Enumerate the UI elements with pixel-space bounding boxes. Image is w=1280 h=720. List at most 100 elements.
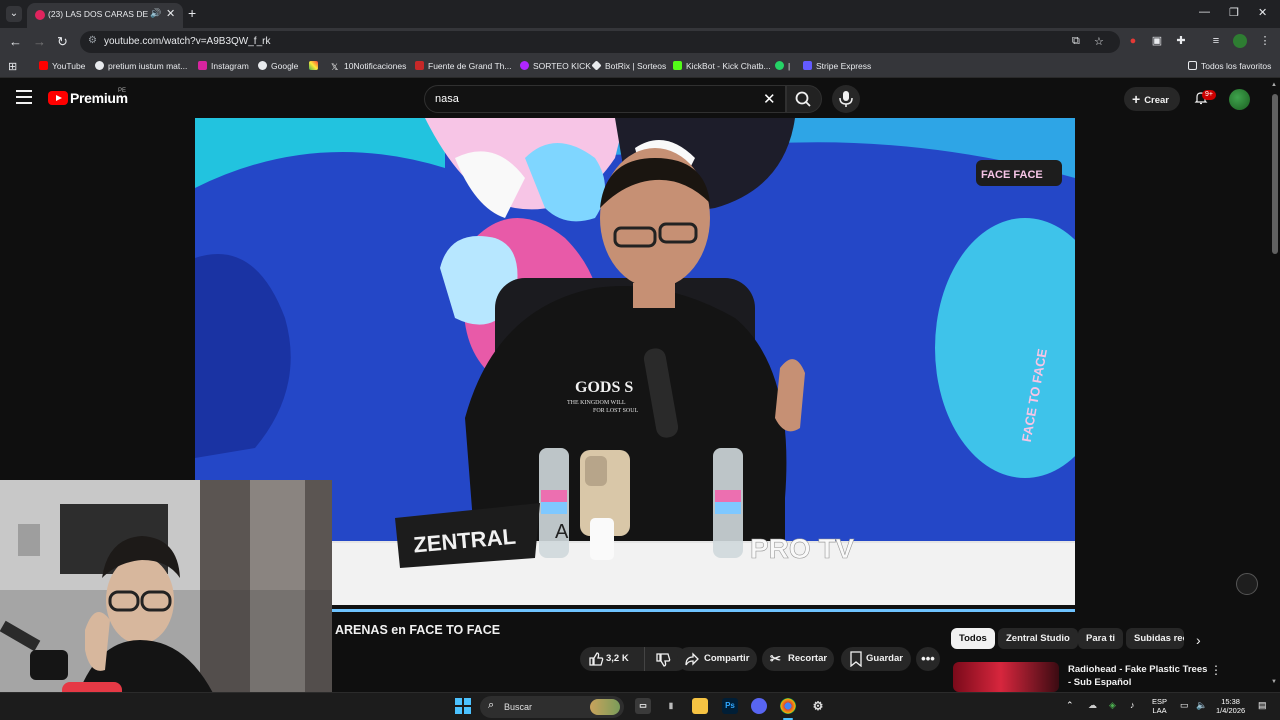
- clip-button[interactable]: ✂ Recortar: [762, 647, 834, 671]
- address-bar[interactable]: ⚙ youtube.com/watch?v=A9B3QW_f_rk ⧉ ☆: [80, 31, 1120, 53]
- scroll-up-icon[interactable]: ▲: [1271, 82, 1277, 88]
- chip-subidas-recientes[interactable]: Subidas rec: [1126, 628, 1184, 649]
- scrollbar-thumb[interactable]: [1272, 94, 1278, 254]
- apps-grid-icon[interactable]: ⊞: [8, 60, 17, 73]
- bookmark-colorful[interactable]: [309, 61, 322, 71]
- tab-title: (23) LAS DOS CARAS DE LA: [48, 9, 148, 19]
- discord-icon[interactable]: [751, 698, 767, 714]
- tray-shield-icon[interactable]: ◈: [1109, 701, 1116, 710]
- tray-cloud-icon[interactable]: ☁: [1088, 701, 1097, 710]
- task-view-icon[interactable]: ▭: [635, 698, 651, 714]
- clock[interactable]: 15:38 1/4/2026: [1216, 697, 1245, 715]
- like-count: 3,2 K: [606, 653, 629, 664]
- bookmark-pretium[interactable]: pretium iustum mat...: [95, 61, 187, 71]
- tray-display-icon[interactable]: ▭: [1180, 701, 1189, 710]
- like-button[interactable]: 3,2 K: [580, 647, 654, 671]
- botrix-icon: [591, 60, 602, 71]
- language-indicator[interactable]: ESP LAA: [1152, 697, 1167, 715]
- extensions-puzzle-icon[interactable]: ✚: [1174, 34, 1188, 48]
- install-app-icon[interactable]: ⧉: [1072, 35, 1080, 48]
- windows-start-icon[interactable]: [455, 698, 471, 714]
- country-code: PE: [118, 88, 127, 94]
- extension-gray-icon[interactable]: ▣: [1150, 34, 1164, 48]
- chrome-icon[interactable]: [780, 698, 796, 714]
- bookmark-instagram[interactable]: Instagram: [198, 61, 249, 71]
- more-actions-button[interactable]: •••: [916, 647, 940, 671]
- reload-icon[interactable]: ↻: [57, 34, 68, 50]
- back-icon[interactable]: ←: [9, 34, 22, 49]
- youtube-logo-icon[interactable]: [48, 91, 68, 105]
- shirt-subtext-2: FOR LOST SOUL: [593, 408, 639, 414]
- scissors-icon: ✂: [770, 651, 781, 666]
- youtube-icon: [39, 61, 48, 70]
- tray-volume-icon[interactable]: 🔈: [1196, 701, 1207, 710]
- bookmark-star-icon[interactable]: ☆: [1094, 35, 1104, 48]
- restore-icon[interactable]: ❐: [1229, 6, 1239, 19]
- voice-search-button[interactable]: [832, 85, 860, 113]
- chip-todos[interactable]: Todos: [951, 628, 995, 649]
- bookmark-whatsapp[interactable]: |: [775, 61, 790, 71]
- photoshop-icon[interactable]: Ps: [722, 698, 738, 714]
- browser-tab-strip: ⌄ (23) LAS DOS CARAS DE LA 🔊 ✕ + — ❐ ✕: [0, 0, 1280, 28]
- chips-next-icon[interactable]: ›: [1196, 632, 1201, 648]
- related-video-title[interactable]: Radiohead - Fake Plastic Trees - Sub Esp…: [1068, 663, 1208, 689]
- chip-zentral-studio[interactable]: Zentral Studio: [998, 628, 1078, 649]
- search-box[interactable]: nasa ✕: [424, 85, 786, 113]
- chip-para-ti[interactable]: Para ti: [1078, 628, 1124, 649]
- bookmark-10notificaciones[interactable]: 𝕏 10Notificaciones: [331, 61, 406, 72]
- window-close-icon[interactable]: ✕: [1258, 6, 1267, 19]
- bookmark-sorteo-kick[interactable]: SORTEO KICK: [520, 61, 591, 71]
- tab-search-icon[interactable]: ⌄: [6, 6, 22, 22]
- related-more-icon[interactable]: ⋮: [1210, 663, 1222, 677]
- app-gear-icon[interactable]: ⚙: [810, 698, 826, 714]
- search-button[interactable]: [786, 85, 822, 113]
- tab-audio-icon[interactable]: 🔊: [150, 8, 161, 19]
- bookmark-fuente-grand-theft[interactable]: Fuente de Grand Th...: [415, 61, 511, 71]
- new-tab-icon[interactable]: +: [188, 5, 196, 21]
- site-info-icon[interactable]: ⚙: [88, 35, 97, 46]
- search-input[interactable]: nasa: [435, 93, 459, 105]
- hamburger-menu-icon[interactable]: [16, 90, 32, 104]
- tray-mic-icon[interactable]: ♪: [1130, 701, 1135, 710]
- forward-icon[interactable]: →: [33, 34, 46, 49]
- save-button[interactable]: Guardar: [841, 647, 911, 671]
- channel-watermark-icon[interactable]: [1236, 573, 1258, 595]
- youtube-header: Premium PE nasa ✕ + Crear: [0, 80, 1270, 118]
- bookmark-kickbot[interactable]: KickBot - Kick Chatb...: [673, 61, 771, 71]
- share-icon: [685, 652, 699, 666]
- kickbot-icon: [673, 61, 682, 70]
- youtube-favicon-icon: [35, 10, 45, 20]
- whatsapp-icon: [775, 61, 784, 70]
- protv-logo-text: PRO TV: [750, 533, 855, 564]
- scroll-down-icon[interactable]: ▼: [1271, 679, 1277, 685]
- share-button[interactable]: Compartir: [677, 647, 757, 671]
- more-menu-icon[interactable]: ⋮: [1258, 34, 1272, 48]
- tray-chevron-icon[interactable]: ⌃: [1066, 701, 1074, 710]
- bookmark-google[interactable]: Google: [258, 61, 298, 71]
- google-icon: [258, 61, 267, 70]
- phone-app-icon[interactable]: ▮: [663, 698, 679, 714]
- shirt-subtext: THE KINGDOM WILL: [567, 400, 626, 406]
- taskbar-search[interactable]: ⌕ Buscar: [480, 696, 624, 718]
- bookmark-stripe[interactable]: Stripe Express: [803, 61, 871, 71]
- media-control-icon[interactable]: ≡: [1209, 34, 1223, 48]
- all-bookmarks-folder[interactable]: Todos los favoritos: [1188, 61, 1271, 71]
- profile-avatar-icon[interactable]: [1233, 34, 1247, 48]
- search-highlight-icon: [590, 699, 620, 715]
- page-scrollbar[interactable]: ▲ ▼: [1270, 80, 1280, 692]
- tab-close-icon[interactable]: ✕: [166, 7, 175, 20]
- clear-search-icon[interactable]: ✕: [763, 90, 776, 108]
- browser-tab-active[interactable]: (23) LAS DOS CARAS DE LA 🔊 ✕: [27, 3, 183, 28]
- more-horizontal-icon: •••: [921, 651, 935, 666]
- bookmark-botrix[interactable]: BotRix | Sorteos: [591, 60, 666, 71]
- extension-red-icon[interactable]: ●: [1126, 34, 1140, 48]
- bookmark-youtube[interactable]: YouTube: [39, 61, 85, 71]
- thumbs-up-icon: [589, 652, 604, 666]
- url-text[interactable]: youtube.com/watch?v=A9B3QW_f_rk: [104, 36, 270, 47]
- create-button[interactable]: + Crear: [1124, 87, 1180, 111]
- account-avatar[interactable]: [1229, 89, 1250, 110]
- file-explorer-icon[interactable]: [692, 698, 708, 714]
- related-video-thumbnail[interactable]: [953, 662, 1059, 692]
- notification-center-icon[interactable]: ▤: [1258, 701, 1267, 710]
- minimize-icon[interactable]: —: [1199, 6, 1210, 18]
